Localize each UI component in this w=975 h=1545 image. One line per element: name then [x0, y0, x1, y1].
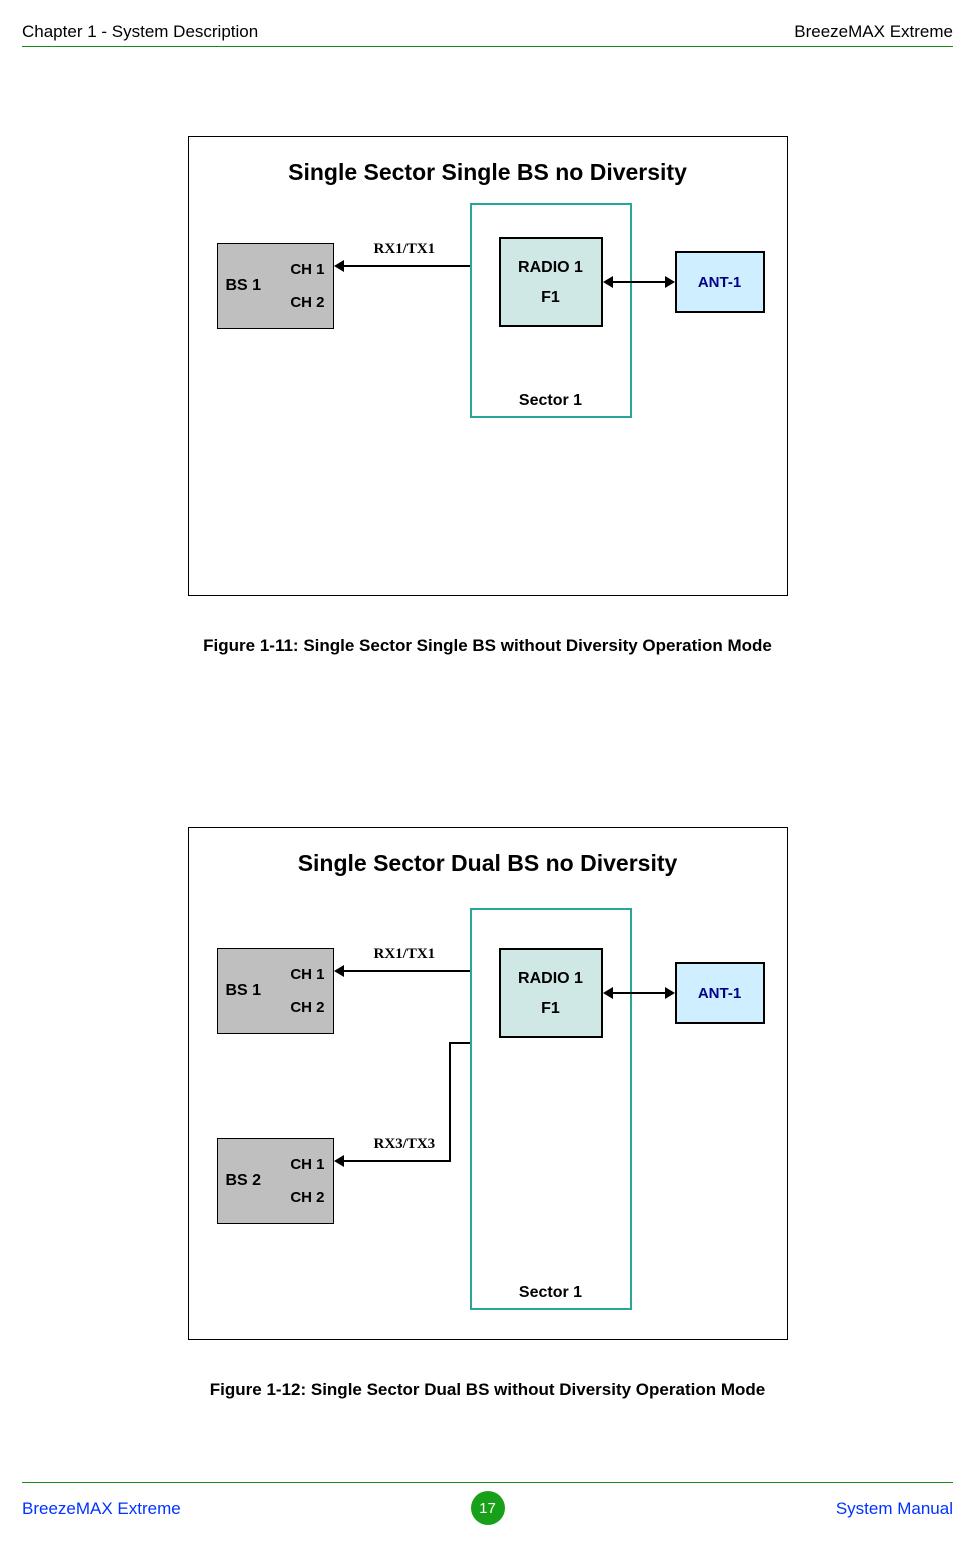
- figure-1-11-caption: Figure 1-11: Single Sector Single BS wit…: [203, 636, 772, 656]
- bs1-label-f2: BS 1: [218, 982, 262, 1000]
- page: Chapter 1 - System Description BreezeMAX…: [0, 0, 975, 1545]
- radio-1-line1: RADIO 1: [501, 253, 601, 283]
- footer-rule: [22, 1482, 953, 1483]
- link-bs2-radio-label: RX3/TX3: [374, 1136, 436, 1153]
- link-bs1-radio-f2: [336, 970, 484, 972]
- link-bs2-radio-seg1: [336, 1160, 451, 1162]
- radio-1-line2: F1: [501, 283, 601, 313]
- sector-1-label: Sector 1: [472, 392, 630, 410]
- link-radio-ant: [605, 281, 673, 283]
- figure-1-11-title: Single Sector Single BS no Diversity: [189, 159, 787, 186]
- bs2-ch1: CH 1: [262, 1148, 325, 1181]
- bs2-channels: CH 1 CH 2: [262, 1148, 333, 1214]
- ant-1-label-f2: ANT-1: [698, 985, 741, 1002]
- sector-1-label-f2: Sector 1: [472, 1284, 630, 1302]
- page-number-badge: 17: [471, 1491, 505, 1525]
- ant-1-block: ANT-1: [675, 251, 765, 313]
- bs1-ch1-f2: CH 1: [262, 958, 325, 991]
- page-number: 17: [479, 1500, 496, 1517]
- header-left: Chapter 1 - System Description: [22, 22, 258, 42]
- figure-1-11-canvas: Single Sector Single BS no Diversity BS …: [188, 136, 788, 596]
- bs1-channels-f2: CH 1 CH 2: [262, 958, 333, 1024]
- link-bs2-radio-seg2: [449, 1042, 451, 1162]
- bs2-label: BS 2: [218, 1172, 262, 1190]
- link-bs1-radio-label: RX1/TX1: [374, 241, 436, 258]
- figure-1-12: Single Sector Dual BS no Diversity BS 1 …: [0, 827, 975, 1400]
- bs1-label: BS 1: [218, 277, 262, 295]
- bs1-channels: CH 1 CH 2: [262, 253, 333, 319]
- radio-1-line2-f2: F1: [501, 994, 601, 1024]
- figure-1-12-title: Single Sector Dual BS no Diversity: [189, 850, 787, 877]
- radio-1-line1-f2: RADIO 1: [501, 964, 601, 994]
- ant-1-label: ANT-1: [698, 274, 741, 291]
- bs2-block: BS 2 CH 1 CH 2: [217, 1138, 334, 1224]
- bs2-ch2: CH 2: [262, 1181, 325, 1214]
- bs1-ch2: CH 2: [262, 286, 325, 319]
- link-bs1-radio-label-f2: RX1/TX1: [374, 946, 436, 963]
- figure-1-12-caption: Figure 1-12: Single Sector Dual BS witho…: [210, 1380, 765, 1400]
- bs1-block-f2: BS 1 CH 1 CH 2: [217, 948, 334, 1034]
- ant-1-block-f2: ANT-1: [675, 962, 765, 1024]
- footer-left: BreezeMAX Extreme: [22, 1499, 181, 1519]
- figure-1-11: Single Sector Single BS no Diversity BS …: [0, 136, 975, 656]
- header-right: BreezeMAX Extreme: [794, 22, 953, 42]
- bs1-ch2-f2: CH 2: [262, 991, 325, 1024]
- header-rule: [22, 46, 953, 47]
- radio-1-block-f2: RADIO 1 F1: [499, 948, 603, 1038]
- page-header: Chapter 1 - System Description BreezeMAX…: [22, 22, 953, 42]
- footer-right: System Manual: [836, 1499, 953, 1519]
- figure-1-12-canvas: Single Sector Dual BS no Diversity BS 1 …: [188, 827, 788, 1340]
- bs1-block: BS 1 CH 1 CH 2: [217, 243, 334, 329]
- link-radio-ant-f2: [605, 992, 673, 994]
- link-bs1-radio: [336, 265, 484, 267]
- radio-1-block: RADIO 1 F1: [499, 237, 603, 327]
- bs1-ch1: CH 1: [262, 253, 325, 286]
